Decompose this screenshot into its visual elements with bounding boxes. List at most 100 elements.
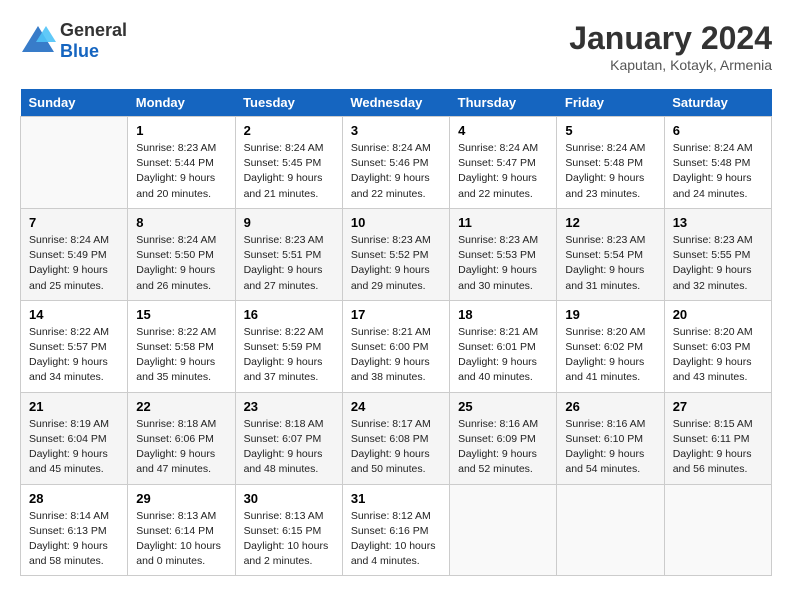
day-info: Sunrise: 8:17 AMSunset: 6:08 PMDaylight:… (351, 417, 441, 478)
day-info: Sunrise: 8:13 AMSunset: 6:15 PMDaylight:… (244, 509, 334, 570)
day-number: 21 (29, 399, 119, 414)
calendar-cell: 30Sunrise: 8:13 AMSunset: 6:15 PMDayligh… (235, 484, 342, 576)
logo: General Blue (20, 20, 127, 62)
calendar-cell: 16 Sunrise: 8:22 AMSunset: 5:59 PMDayligh… (235, 300, 342, 392)
week-row-3: 14 Sunrise: 8:22 AMSunset: 5:57 PMDayligh… (21, 300, 772, 392)
calendar-cell: 13 Sunrise: 8:23 AMSunset: 5:55 PMDayligh… (664, 208, 771, 300)
day-info: Sunrise: 8:24 AMSunset: 5:50 PMDaylight:… (136, 233, 226, 294)
day-info: Sunrise: 8:24 AMSunset: 5:48 PMDaylight:… (565, 141, 655, 202)
logo-graphic (20, 24, 56, 59)
calendar-cell: 9 Sunrise: 8:23 AMSunset: 5:51 PMDaylight… (235, 208, 342, 300)
day-number: 31 (351, 491, 441, 506)
calendar-cell: 21Sunrise: 8:19 AMSunset: 6:04 PMDayligh… (21, 392, 128, 484)
day-number: 19 (565, 307, 655, 322)
calendar-cell: 17 Sunrise: 8:21 AMSunset: 6:00 PMDayligh… (342, 300, 449, 392)
day-number: 28 (29, 491, 119, 506)
day-number: 25 (458, 399, 548, 414)
calendar-cell: 6Sunrise: 8:24 AMSunset: 5:48 PMDaylight… (664, 117, 771, 209)
day-number: 16 (244, 307, 334, 322)
calendar-cell: 28 Sunrise: 8:14 AMSunset: 6:13 PMDayligh… (21, 484, 128, 576)
day-number: 10 (351, 215, 441, 230)
week-row-5: 28 Sunrise: 8:14 AMSunset: 6:13 PMDayligh… (21, 484, 772, 576)
day-info: Sunrise: 8:23 AMSunset: 5:44 PMDaylight:… (136, 141, 226, 202)
calendar-cell: 7 Sunrise: 8:24 AMSunset: 5:49 PMDaylight… (21, 208, 128, 300)
calendar-title: January 2024 (569, 20, 772, 57)
day-info: Sunrise: 8:21 AMSunset: 6:00 PMDaylight:… (351, 325, 441, 386)
logo-text: General Blue (60, 20, 127, 62)
day-number: 14 (29, 307, 119, 322)
day-info: Sunrise: 8:22 AMSunset: 5:57 PMDaylight:… (29, 325, 119, 386)
week-row-1: 1 Sunrise: 8:23 AMSunset: 5:44 PMDaylight… (21, 117, 772, 209)
calendar-cell: 25 Sunrise: 8:16 AMSunset: 6:09 PMDayligh… (450, 392, 557, 484)
calendar-cell: 15 Sunrise: 8:22 AMSunset: 5:58 PMDayligh… (128, 300, 235, 392)
day-info: Sunrise: 8:23 AMSunset: 5:52 PMDaylight:… (351, 233, 441, 294)
calendar-cell: 5 Sunrise: 8:24 AMSunset: 5:48 PMDaylight… (557, 117, 664, 209)
day-number: 18 (458, 307, 548, 322)
calendar-cell (664, 484, 771, 576)
header-day-friday: Friday (557, 89, 664, 117)
day-number: 12 (565, 215, 655, 230)
calendar-cell: 22 Sunrise: 8:18 AMSunset: 6:06 PMDayligh… (128, 392, 235, 484)
calendar-cell: 26 Sunrise: 8:16 AMSunset: 6:10 PMDayligh… (557, 392, 664, 484)
calendar-cell (450, 484, 557, 576)
day-number: 2 (244, 123, 334, 138)
day-info: Sunrise: 8:18 AMSunset: 6:07 PMDaylight:… (244, 417, 334, 478)
day-number: 7 (29, 215, 119, 230)
day-number: 17 (351, 307, 441, 322)
day-info: Sunrise: 8:16 AMSunset: 6:10 PMDaylight:… (565, 417, 655, 478)
calendar-cell: 4 Sunrise: 8:24 AMSunset: 5:47 PMDaylight… (450, 117, 557, 209)
calendar-cell: 23Sunrise: 8:18 AMSunset: 6:07 PMDayligh… (235, 392, 342, 484)
calendar-cell: 8 Sunrise: 8:24 AMSunset: 5:50 PMDaylight… (128, 208, 235, 300)
header-row: SundayMondayTuesdayWednesdayThursdayFrid… (21, 89, 772, 117)
day-info: Sunrise: 8:23 AMSunset: 5:51 PMDaylight:… (244, 233, 334, 294)
header-day-wednesday: Wednesday (342, 89, 449, 117)
day-info: Sunrise: 8:20 AMSunset: 6:02 PMDaylight:… (565, 325, 655, 386)
day-number: 29 (136, 491, 226, 506)
week-row-2: 7 Sunrise: 8:24 AMSunset: 5:49 PMDaylight… (21, 208, 772, 300)
day-info: Sunrise: 8:22 AMSunset: 5:59 PMDaylight:… (244, 325, 334, 386)
header-day-thursday: Thursday (450, 89, 557, 117)
day-info: Sunrise: 8:24 AMSunset: 5:49 PMDaylight:… (29, 233, 119, 294)
day-number: 5 (565, 123, 655, 138)
logo-general: General (60, 20, 127, 40)
title-block: January 2024 Kaputan, Kotayk, Armenia (569, 20, 772, 73)
day-info: Sunrise: 8:16 AMSunset: 6:09 PMDaylight:… (458, 417, 548, 478)
header-day-sunday: Sunday (21, 89, 128, 117)
calendar-cell: 18 Sunrise: 8:21 AMSunset: 6:01 PMDayligh… (450, 300, 557, 392)
day-number: 1 (136, 123, 226, 138)
day-number: 24 (351, 399, 441, 414)
day-info: Sunrise: 8:20 AMSunset: 6:03 PMDaylight:… (673, 325, 763, 386)
day-number: 20 (673, 307, 763, 322)
day-info: Sunrise: 8:18 AMSunset: 6:06 PMDaylight:… (136, 417, 226, 478)
day-number: 26 (565, 399, 655, 414)
day-info: Sunrise: 8:14 AMSunset: 6:13 PMDaylight:… (29, 509, 119, 570)
day-info: Sunrise: 8:13 AMSunset: 6:14 PMDaylight:… (136, 509, 226, 570)
day-info: Sunrise: 8:23 AMSunset: 5:55 PMDaylight:… (673, 233, 763, 294)
day-info: Sunrise: 8:24 AMSunset: 5:48 PMDaylight:… (673, 141, 763, 202)
day-info: Sunrise: 8:23 AMSunset: 5:53 PMDaylight:… (458, 233, 548, 294)
day-number: 15 (136, 307, 226, 322)
calendar-cell (557, 484, 664, 576)
logo-blue: Blue (60, 41, 99, 61)
day-number: 13 (673, 215, 763, 230)
day-number: 8 (136, 215, 226, 230)
day-number: 4 (458, 123, 548, 138)
calendar-cell: 19 Sunrise: 8:20 AMSunset: 6:02 PMDayligh… (557, 300, 664, 392)
calendar-cell: 29 Sunrise: 8:13 AMSunset: 6:14 PMDayligh… (128, 484, 235, 576)
day-info: Sunrise: 8:24 AMSunset: 5:47 PMDaylight:… (458, 141, 548, 202)
day-number: 27 (673, 399, 763, 414)
calendar-cell: 31Sunrise: 8:12 AMSunset: 6:16 PMDayligh… (342, 484, 449, 576)
day-number: 3 (351, 123, 441, 138)
calendar-table: SundayMondayTuesdayWednesdayThursdayFrid… (20, 89, 772, 576)
calendar-cell: 2 Sunrise: 8:24 AMSunset: 5:45 PMDaylight… (235, 117, 342, 209)
day-info: Sunrise: 8:24 AMSunset: 5:45 PMDaylight:… (244, 141, 334, 202)
calendar-cell: 11Sunrise: 8:23 AMSunset: 5:53 PMDayligh… (450, 208, 557, 300)
day-info: Sunrise: 8:22 AMSunset: 5:58 PMDaylight:… (136, 325, 226, 386)
day-number: 9 (244, 215, 334, 230)
day-info: Sunrise: 8:21 AMSunset: 6:01 PMDaylight:… (458, 325, 548, 386)
calendar-cell: 20 Sunrise: 8:20 AMSunset: 6:03 PMDayligh… (664, 300, 771, 392)
calendar-cell (21, 117, 128, 209)
day-info: Sunrise: 8:24 AMSunset: 5:46 PMDaylight:… (351, 141, 441, 202)
day-number: 22 (136, 399, 226, 414)
header-day-tuesday: Tuesday (235, 89, 342, 117)
